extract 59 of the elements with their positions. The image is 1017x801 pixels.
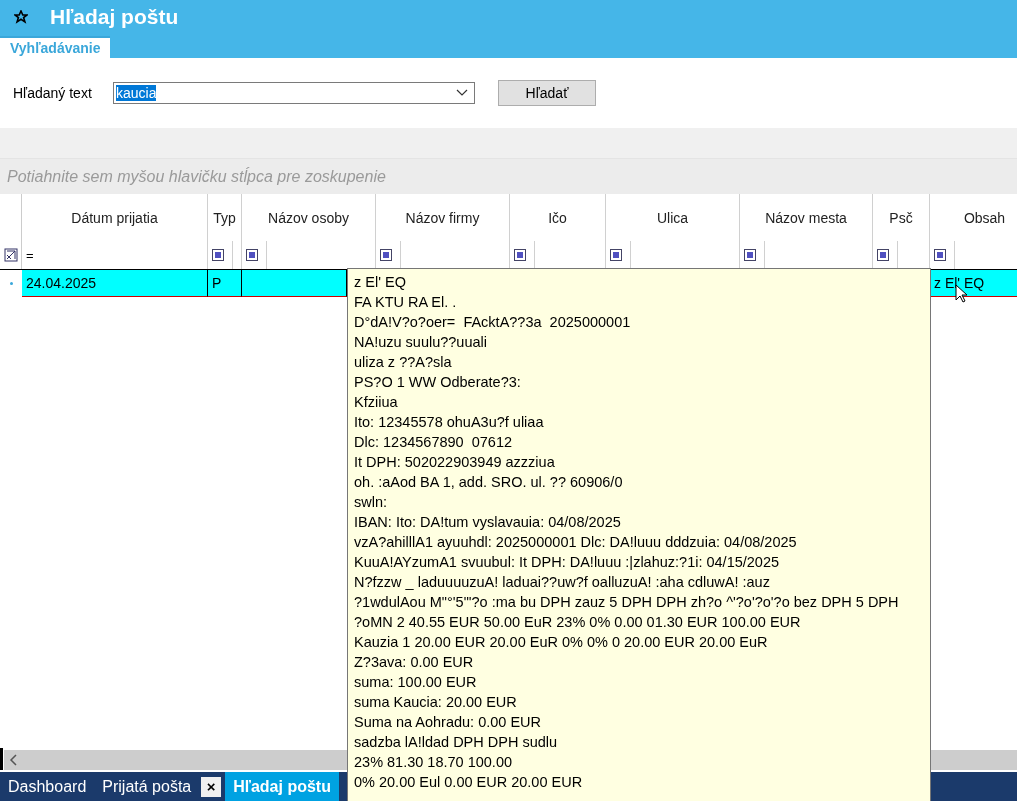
tooltip-line: IBAN: Ito: DA!tum vyslavauia: 04/08/2025 (354, 513, 621, 532)
tooltip-line: KuuA!AYzumA1 svuubul: It DPH: DA!luuu :|zlahuz:?1i: 04/15/2025 (354, 553, 780, 572)
filter-clear-icon[interactable] (3, 248, 18, 262)
table-cell: z El' EQ (930, 270, 1017, 297)
tooltip-line: Suma na Aohradu: 0.00 EUR (354, 713, 541, 732)
table-cell: P (208, 270, 242, 297)
tooltip-line: Kfziiua (354, 393, 398, 412)
chevron-down-icon[interactable] (456, 89, 468, 97)
search-label: Hľadaný text (13, 85, 93, 101)
tooltip-line: suma: 100.00 EUR (354, 673, 477, 692)
column-header[interactable]: Typ (208, 194, 242, 241)
star-icon[interactable] (14, 10, 28, 24)
close-tab-button[interactable]: × (201, 776, 222, 797)
tooltip-line: NA!uzu suulu??uuali (354, 333, 487, 352)
window-title: Hľadaj poštu (50, 5, 179, 29)
search-button[interactable]: Hľadať (498, 80, 596, 106)
filter-icon[interactable] (514, 249, 526, 261)
tooltip-line: z El' EQ (354, 273, 406, 292)
filter-operator[interactable]: = (26, 247, 34, 263)
tooltip-line: FA KTU RA El. . (354, 293, 457, 312)
document-tab[interactable]: Dashboard (0, 772, 95, 801)
tooltip-line: Z?3ava: 0.00 EUR (354, 653, 474, 672)
tooltip-line: Dlc: 1234567890 07612 (354, 433, 513, 452)
tooltip-line: sadzba lA!ldad DPH DPH sudlu (354, 733, 558, 752)
tooltip-line: D°dA!V?o?oer= FAcktA??3a 2025000001 (354, 313, 631, 332)
tooltip-line: N?fzzw _ laduuuuzuA! laduai??uw?f oalluzuA! :aha cdluwA! :auz (354, 573, 770, 592)
filter-icon[interactable] (380, 249, 392, 261)
search-field[interactable]: kaucia (113, 82, 475, 104)
column-header[interactable]: Psč (873, 194, 930, 241)
column-header[interactable]: Názov osoby (242, 194, 376, 241)
column-header[interactable]: Obsah (930, 194, 1017, 241)
tooltip-line: ?1wdulAou M"°'5"'?o :ma bu DPH zauz 5 DPH DPH zh?o ^'?o'?o'?o bez DPH 5 DPH (354, 593, 899, 612)
column-header[interactable]: Ičo (510, 194, 606, 241)
filter-icon[interactable] (934, 249, 946, 261)
tooltip-line: 0% 20.00 Eul 0.00 EUR 20.00 EUR (354, 773, 583, 792)
filter-icon[interactable] (610, 249, 622, 261)
table-cell: 24.04.2025 (22, 270, 208, 297)
tooltip-line: swln: (354, 493, 388, 512)
column-header[interactable]: Názov mesta (740, 194, 873, 241)
tooltip-line: uliza z ??A?sla (354, 353, 452, 372)
document-tab[interactable]: Prijatá pošta (94, 772, 200, 801)
group-panel-hint: Potiahnite sem myšou hlavičku stĺpca pre zoskupenie (7, 167, 386, 186)
column-header[interactable]: Názov firmy (376, 194, 510, 241)
column-header[interactable]: Dátum prijatia (22, 194, 208, 241)
tooltip-line: vzA?ahilllA1 ayuuhdl: 2025000001 Dlc: DA!luuu dddzuia: 04/08/2025 (354, 533, 797, 552)
tooltip-line: PS?O 1 WW Odberate?3: (354, 373, 521, 392)
filter-icon[interactable] (744, 249, 756, 261)
row-indicator (9, 282, 13, 285)
column-header[interactable]: Ulica (606, 194, 740, 241)
tooltip-line: Ito: 12345578 ohuA3u?f uliaa (354, 413, 544, 432)
filter-icon[interactable] (877, 249, 889, 261)
tooltip-line: 23% 81.30 18.70 100.00 (354, 753, 513, 772)
tooltip-line: suma Kaucia: 20.00 EUR (354, 693, 517, 712)
tooltip-line: It DPH: 502022903949 azzziua (354, 453, 555, 472)
tooltip-line: oh. :aAod BA 1, add. SRO. ul. ?? 60906/0 (354, 473, 623, 492)
filter-icon[interactable] (246, 249, 258, 261)
tooltip-line: Kauzia 1 20.00 EUR 20.00 EuR 0% 0% 0 20.00 EUR 20.00 EuR (354, 633, 768, 652)
filter-icon[interactable] (212, 249, 224, 261)
tooltip-line: ?oMN 2 40.55 EUR 50.00 EuR 23% 0% 0.00 01.30 EUR 100.00 EUR (354, 613, 801, 632)
